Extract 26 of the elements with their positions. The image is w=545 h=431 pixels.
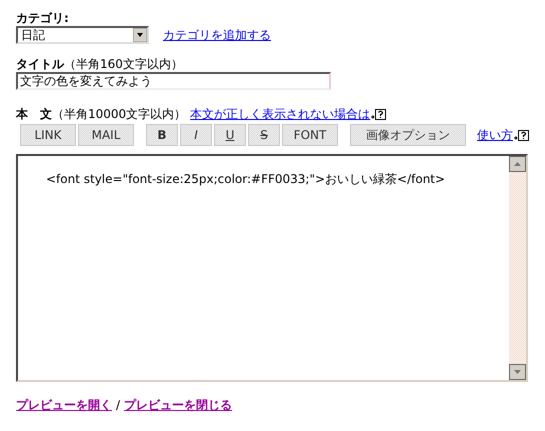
toolbar-button[interactable]: FONT [282, 124, 338, 146]
toolbar-button[interactable]: 画像オプション [350, 124, 466, 146]
open-preview-link[interactable]: プレビューを開く [16, 396, 112, 414]
field-label: カテゴリ: [16, 10, 70, 26]
help-link[interactable]: 本文が正しく表示されない場合は [190, 106, 370, 122]
separator: / [116, 397, 120, 414]
body-textarea[interactable]: <font style="font-size:25px;color:#FF0033;">おいしい緑茶</font> [16, 154, 528, 382]
scroll-up-icon[interactable] [509, 156, 526, 172]
category-select[interactable]: 日記 [16, 26, 149, 44]
close-preview-link[interactable]: プレビューを閉じる [124, 396, 232, 414]
usage-link[interactable]: 使い方 [477, 126, 513, 144]
title-field[interactable]: 文字の色を変えてみよう [16, 72, 331, 90]
toolbar-button[interactable]: U [214, 124, 246, 146]
toolbar-button[interactable]: S [248, 124, 280, 146]
add-category-link[interactable]: カテゴリを追加する [163, 26, 271, 44]
help-icon[interactable] [371, 108, 386, 120]
field-label: 本 文（半角10000文字以内） [16, 106, 186, 122]
toolbar-button[interactable]: LINK [20, 124, 76, 146]
toolbar-button[interactable]: I [180, 124, 212, 146]
dropdown-arrow-icon[interactable] [133, 28, 147, 42]
help-icon[interactable] [514, 130, 529, 140]
scroll-down-icon[interactable] [509, 364, 526, 380]
toolbar-button[interactable]: B [146, 124, 178, 146]
toolbar-button[interactable]: MAIL [78, 124, 134, 146]
field-label: タイトル（半角160文字以内） [16, 56, 184, 72]
scrollbar[interactable] [509, 156, 526, 380]
